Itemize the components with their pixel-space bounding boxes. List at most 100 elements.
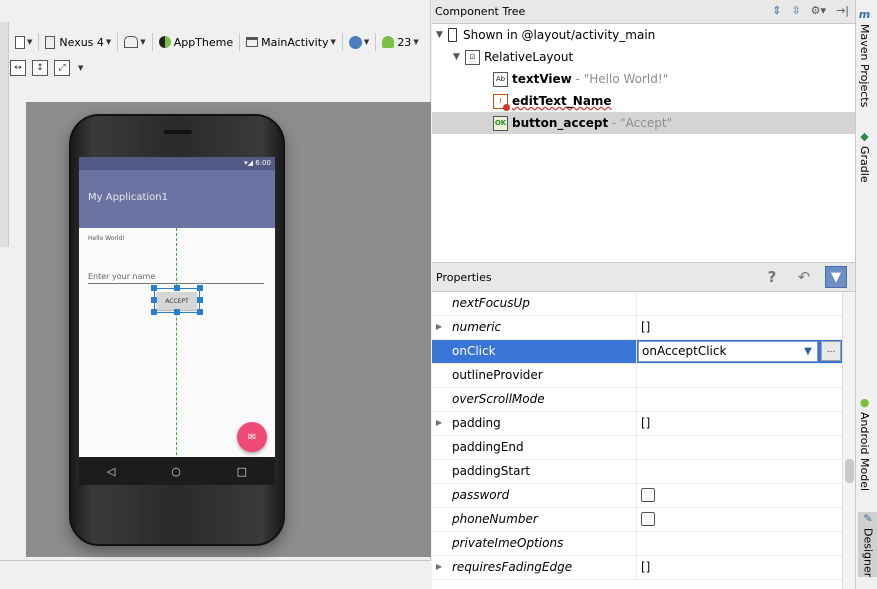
activity-selector[interactable]: MainActivity ▼ (243, 31, 339, 53)
tree-row-relativelayout[interactable]: ▼ ⊡ RelativeLayout (453, 46, 573, 68)
property-name: privateImeOptions (452, 536, 564, 550)
collapse-all-icon[interactable]: ⇳ (791, 4, 800, 17)
preview-textview[interactable]: Hello World! (88, 235, 125, 242)
maven-icon: m (858, 8, 871, 21)
status-bar: ▾◢ 6:00 (79, 157, 275, 170)
app-title: My Application1 (88, 192, 168, 203)
designer-tab[interactable]: ✎ Designer (858, 512, 877, 578)
properties-header: Properties ? ↶ ▼ (432, 262, 855, 292)
fit-width-icon[interactable]: ↔ (10, 60, 26, 76)
hide-panel-icon[interactable]: →| (836, 4, 849, 17)
property-checkbox[interactable] (641, 512, 655, 526)
device-frame-menu[interactable]: ▼ (12, 31, 35, 53)
component-tree-header: Component Tree ⇕ ⇳ ⚙▾ →| (432, 0, 855, 24)
property-row[interactable]: paddingStart (432, 460, 842, 484)
theme-icon (158, 36, 171, 48)
app-bar: My Application1 (79, 170, 275, 228)
property-row[interactable]: nextFocusUp (432, 292, 842, 316)
maven-projects-tab[interactable]: m Maven Projects (858, 8, 871, 107)
properties-scrollbar[interactable] (842, 292, 855, 589)
phone-icon (45, 35, 56, 49)
property-checkbox[interactable] (641, 488, 655, 502)
properties-table: nextFocusUp ▶ numeric [] onClick onAcceptClic… (432, 292, 842, 589)
device-screen-icon (15, 35, 25, 49)
property-value[interactable]: [] (641, 320, 650, 334)
property-row[interactable]: password (432, 484, 842, 508)
property-row[interactable]: ▶ requiresFadingEdge [] (432, 556, 842, 580)
android-model-tab[interactable]: ● Android Model (858, 396, 871, 491)
locale-menu[interactable]: ▼ (346, 31, 372, 53)
property-name: nextFocusUp (452, 296, 530, 310)
property-name: password (452, 488, 510, 502)
designer-icon: ✎ (863, 512, 873, 525)
device-icon (448, 28, 457, 42)
expand-all-icon[interactable]: ⇕ (772, 4, 781, 17)
resize-handle[interactable] (151, 297, 157, 303)
resize-handle[interactable] (197, 297, 203, 303)
property-name: outlineProvider (452, 368, 543, 382)
property-row[interactable]: outlineProvider (432, 364, 842, 388)
tree-row-shown-in[interactable]: ▼ Shown in @layout/activity_main (436, 24, 655, 46)
property-name: paddingEnd (452, 440, 524, 454)
gradle-icon: ◆ (860, 130, 869, 143)
property-row[interactable]: overScrollMode (432, 388, 842, 412)
device-selector[interactable]: Nexus 4 ▼ (42, 31, 114, 53)
device-screen[interactable]: ▾◢ 6:00 My Application1 Hello World! Ent… (79, 157, 275, 485)
back-icon: ◁ (106, 464, 116, 478)
gear-icon[interactable]: ⚙▾ (811, 4, 826, 17)
fab-mail-button[interactable]: ✉ (237, 422, 267, 452)
property-value[interactable]: [] (641, 416, 650, 430)
property-row[interactable]: phoneNumber (432, 508, 842, 532)
onclick-value-combo[interactable]: onAcceptClick ▼ (638, 341, 818, 362)
editor-gutter (0, 22, 9, 247)
expand-arrow-icon[interactable]: ▶ (436, 418, 442, 427)
orientation-menu[interactable]: ▼ (121, 31, 148, 53)
scroll-thumb[interactable] (845, 459, 854, 483)
help-icon[interactable]: ? (761, 266, 783, 288)
theme-selector[interactable]: AppTheme (156, 31, 236, 53)
resize-handle[interactable] (174, 285, 180, 291)
rotate-icon (124, 36, 139, 48)
property-row[interactable]: ▶ padding [] (432, 412, 842, 436)
fit-height-icon[interactable]: ↕ (32, 60, 48, 76)
recents-icon: □ (236, 464, 248, 478)
dropdown-arrow-icon[interactable]: ▼ (799, 342, 817, 361)
expand-arrow-icon[interactable]: ▼ (453, 52, 465, 62)
property-name: requiresFadingEdge (452, 560, 573, 574)
right-panel: Component Tree ⇕ ⇳ ⚙▾ →| ▼ Shown in @lay… (432, 0, 855, 589)
resize-handle[interactable] (151, 309, 157, 315)
property-row[interactable]: ▶ numeric [] (432, 316, 842, 340)
zoom-fit-icon[interactable]: ⤢ (54, 60, 70, 76)
gradle-tab[interactable]: ◆ Gradle (858, 130, 871, 183)
home-icon: ○ (171, 464, 181, 478)
property-row[interactable]: paddingEnd (432, 436, 842, 460)
undo-icon[interactable]: ↶ (793, 266, 815, 288)
resize-handle[interactable] (197, 309, 203, 315)
expand-arrow-icon[interactable]: ▶ (436, 322, 442, 331)
tree-row-edittext[interactable]: I editText_Name (493, 90, 612, 112)
bottom-strip (0, 560, 431, 589)
resize-handle[interactable] (197, 285, 203, 291)
expand-arrow-icon[interactable]: ▶ (436, 562, 442, 571)
property-value[interactable]: [] (641, 560, 650, 574)
center-guide-line (176, 228, 177, 485)
tree-row-textview[interactable]: Ab textView - "Hello World!" (493, 68, 668, 90)
zoom-menu-chevron-icon[interactable]: ▼ (78, 64, 83, 72)
filter-icon[interactable]: ▼ (825, 266, 847, 288)
zoom-toolbar: ↔ ↕ ⤢ ▼ (10, 58, 83, 78)
tree-row-button-accept[interactable]: OK button_accept - "Accept" (432, 112, 855, 134)
android-icon (382, 36, 395, 48)
activity-icon (246, 37, 259, 47)
mail-icon: ✉ (247, 431, 257, 443)
resize-handle[interactable] (174, 309, 180, 315)
property-row[interactable]: privateImeOptions (432, 532, 842, 556)
expand-arrow-icon[interactable]: ▼ (436, 30, 448, 40)
property-row[interactable]: onClick onAcceptClick ▼... (432, 340, 842, 364)
api-level-selector[interactable]: 23 ▼ (379, 31, 421, 53)
properties-title: Properties (436, 270, 492, 284)
browse-button[interactable]: ... (821, 341, 841, 361)
phone-speaker (164, 130, 192, 134)
design-toolbar: ▼ Nexus 4 ▼ ▼ AppTheme MainActivity ▼ ▼ 23… (0, 30, 431, 54)
resize-handle[interactable] (151, 285, 157, 291)
globe-icon (348, 35, 362, 49)
